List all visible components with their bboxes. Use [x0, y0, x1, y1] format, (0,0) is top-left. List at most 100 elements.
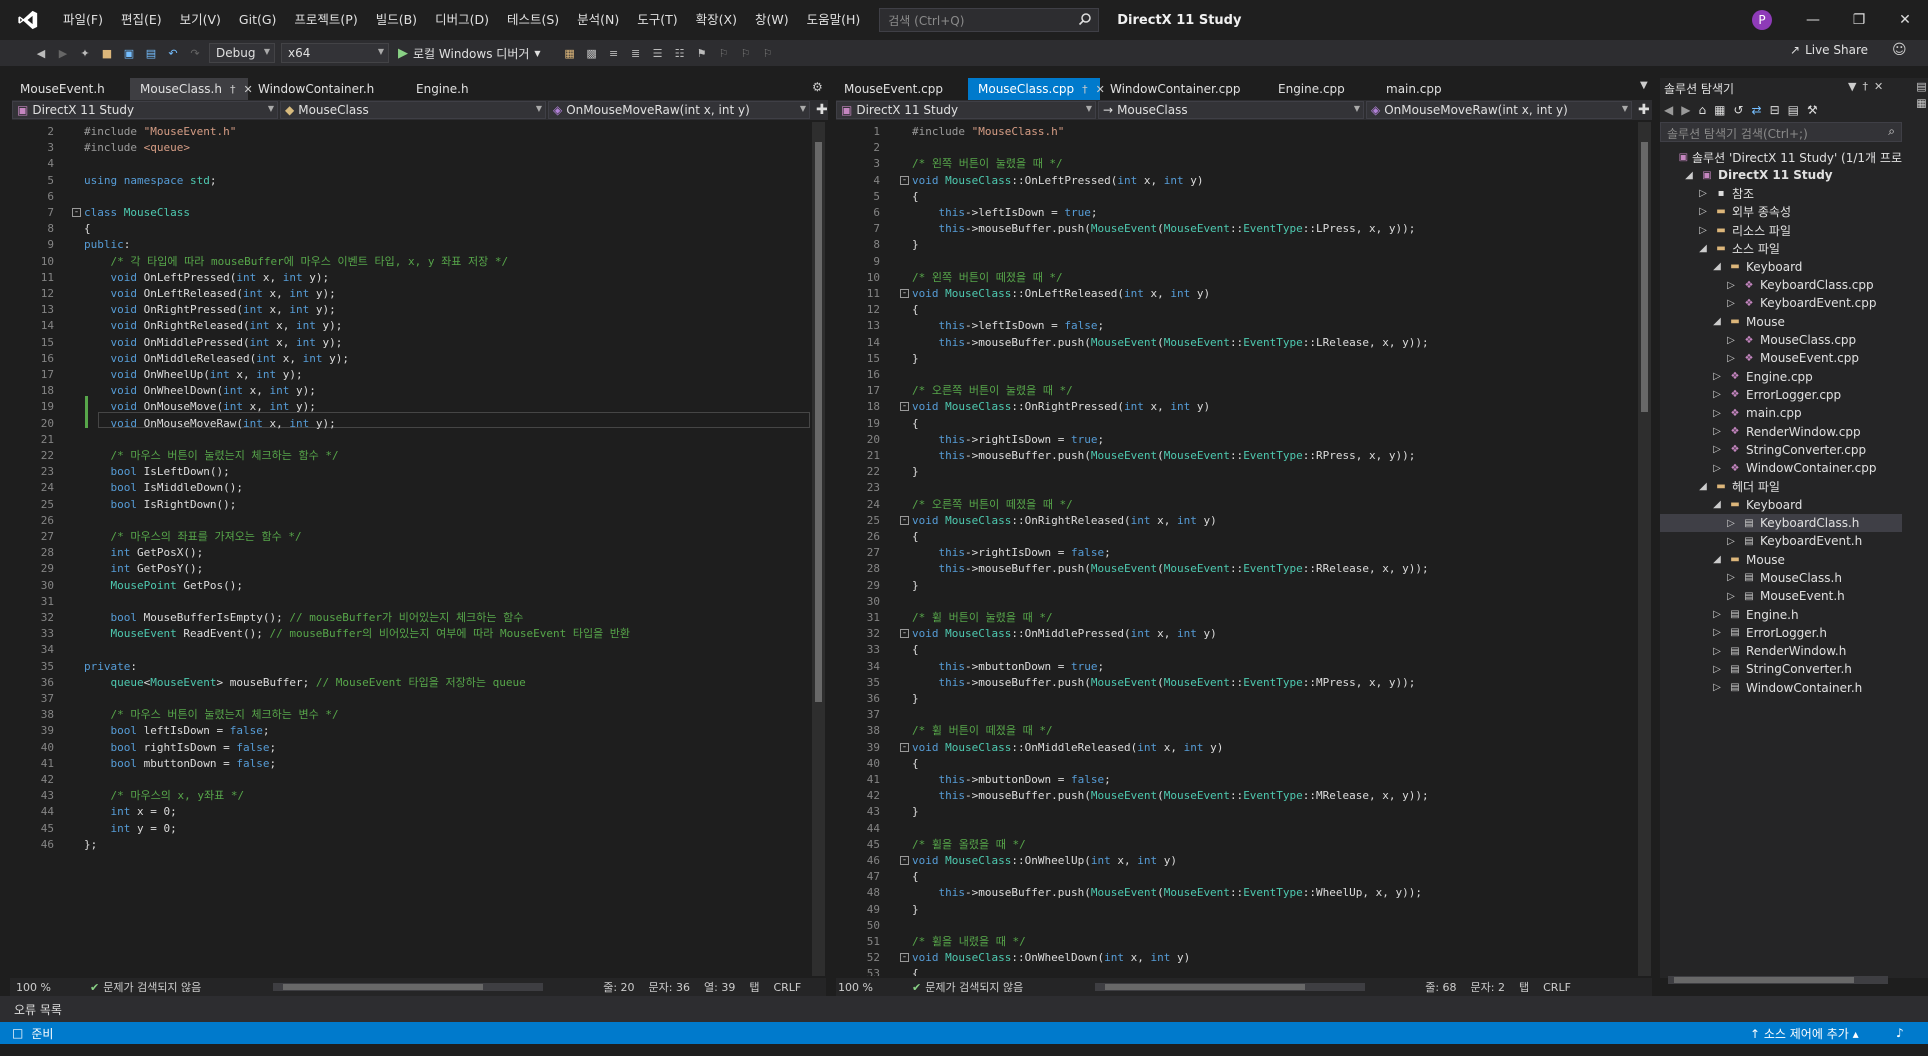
collapsed-arrow-icon[interactable]: ▷ [1710, 443, 1724, 457]
menu-item[interactable]: 도움말(H) [798, 0, 870, 40]
fold-toggle-icon[interactable]: - [900, 289, 909, 298]
collapse-all-icon[interactable]: ⊟ [1770, 103, 1780, 117]
collapsed-arrow-icon[interactable]: ▷ [1696, 223, 1710, 237]
fold-toggle-icon[interactable]: - [900, 402, 909, 412]
switch-views-icon[interactable]: ▦ [1714, 103, 1725, 117]
side-tool-tabs[interactable]: ▤ ▦ [1910, 80, 1928, 180]
fold-toggle-icon[interactable]: - [900, 515, 909, 525]
collapsed-arrow-icon[interactable]: ▷ [1710, 626, 1724, 640]
start-debugging-button[interactable]: ▶ 로컬 Windows 디버거 ▼ [398, 45, 541, 62]
tree-item[interactable]: ▷ ▤ MouseEvent.h [1660, 587, 1902, 605]
browse-icon[interactable]: ▦ [560, 43, 580, 63]
new-project-icon[interactable]: ✦ [75, 43, 95, 63]
search-box[interactable]: 검색 (Ctrl+Q) [879, 8, 1100, 32]
indent-icon[interactable]: ≡ [604, 43, 624, 63]
right-issues[interactable]: 문제가 검색되지 않음 [925, 979, 1095, 995]
tree-item[interactable]: ▷ ❖ WindowContainer.cpp [1660, 459, 1902, 477]
expanded-arrow-icon[interactable] [1668, 150, 1675, 164]
back-icon[interactable]: ◀ [1664, 103, 1673, 117]
tree-item[interactable]: ◢ ▬ 소스 파일 [1660, 240, 1902, 258]
tree-item[interactable]: ▷ ❖ KeyboardClass.cpp [1660, 276, 1902, 294]
next-bookmark-icon[interactable]: ⚐ [736, 43, 756, 63]
show-all-files-icon[interactable]: ▤ [1788, 103, 1799, 117]
outdent-icon[interactable]: ≣ [626, 43, 646, 63]
collapsed-arrow-icon[interactable]: ▷ [1696, 205, 1710, 219]
tree-item[interactable]: ▷ ▤ WindowContainer.h [1660, 679, 1902, 697]
tab-windowcontainer-h[interactable]: WindowContainer.h [248, 78, 406, 100]
sync-icon[interactable]: ⇄ [1752, 103, 1762, 117]
maximize-button[interactable]: ❐ [1836, 0, 1882, 40]
tree-item[interactable]: ◢ ▬ Keyboard [1660, 496, 1902, 514]
collapsed-arrow-icon[interactable]: ▷ [1724, 534, 1738, 548]
pending-changes-icon[interactable]: ↺ [1733, 103, 1743, 117]
forward-icon[interactable]: ▶ [53, 43, 73, 63]
collapsed-arrow-icon[interactable]: ▷ [1724, 333, 1738, 347]
tree-item[interactable]: ◢ ▣ DirectX 11 Study [1660, 166, 1902, 184]
tree-item[interactable]: ◢ ▬ Keyboard [1660, 258, 1902, 276]
left-project-dropdown[interactable]: ▣ DirectX 11 Study ▼ [12, 101, 278, 119]
avatar[interactable]: P [1752, 10, 1772, 30]
bookmark-icon[interactable]: ⚑ [692, 43, 712, 63]
expanded-arrow-icon[interactable]: ◢ [1696, 242, 1710, 256]
tree-item[interactable]: ▷ ❖ StringConverter.cpp [1660, 441, 1902, 459]
solution-search-input[interactable]: 솔루션 탐색기 검색(Ctrl+;) ⌕ [1660, 122, 1902, 142]
collapsed-arrow-icon[interactable]: ▷ [1724, 351, 1738, 365]
menu-item[interactable]: 프로젝트(P) [285, 0, 366, 40]
expanded-arrow-icon[interactable]: ◢ [1710, 498, 1724, 512]
left-tab-menu-icon[interactable]: ⚙ [812, 80, 823, 94]
screenshot-icon[interactable]: ▩ [582, 43, 602, 63]
collapsed-arrow-icon[interactable]: ▷ [1710, 388, 1724, 402]
collapsed-arrow-icon[interactable]: ▷ [1710, 662, 1724, 676]
left-member-dropdown[interactable]: ◈ OnMouseMoveRaw(int x, int y) ▼ [548, 101, 810, 119]
redo-icon[interactable]: ↷ [185, 43, 205, 63]
tab-main-cpp[interactable]: main.cpp [1376, 78, 1526, 100]
forward-icon[interactable]: ▶ [1681, 103, 1690, 117]
pin-icon[interactable]: † [1082, 83, 1088, 96]
menu-item[interactable]: 창(W) [746, 0, 798, 40]
left-issues[interactable]: 문제가 검색되지 않음 [103, 979, 273, 995]
properties-icon[interactable]: ⚒ [1807, 103, 1818, 117]
feedback-icon[interactable]: ☺ [1892, 42, 1907, 58]
tree-item[interactable]: ▷ ▤ MouseClass.h [1660, 569, 1902, 587]
fold-toggle-icon[interactable]: - [900, 175, 909, 185]
left-zoom[interactable]: 100 % [16, 981, 74, 994]
collapsed-arrow-icon[interactable]: ▷ [1724, 589, 1738, 603]
left-vertical-scrollbar[interactable] [812, 122, 825, 976]
comment-icon[interactable]: ☰ [648, 43, 668, 63]
open-folder-icon[interactable]: ■ [97, 43, 117, 63]
live-share-button[interactable]: ↗ Live Share [1790, 43, 1868, 57]
left-scope-dropdown[interactable]: ◆ MouseClass ▼ [280, 101, 546, 119]
expanded-arrow-icon[interactable]: ◢ [1710, 315, 1724, 329]
tree-item[interactable]: ▷ ▤ KeyboardClass.h [1660, 514, 1902, 532]
fold-toggle-icon[interactable]: - [900, 629, 909, 639]
tree-item[interactable]: ◢ ▬ Mouse [1660, 313, 1902, 331]
search-input[interactable]: 검색 (Ctrl+Q) [888, 12, 964, 29]
fold-toggle-icon[interactable]: - [900, 742, 909, 752]
config-dropdown[interactable]: Debug ▼ [209, 43, 275, 63]
tree-item[interactable]: ▷ ▬ 리소스 파일 [1660, 221, 1902, 239]
right-vertical-scrollbar[interactable] [1638, 122, 1651, 976]
collapsed-arrow-icon[interactable]: ▷ [1710, 608, 1724, 622]
menu-item[interactable]: 보기(V) [171, 0, 230, 40]
prev-bookmark-icon[interactable]: ⚐ [714, 43, 734, 63]
tree-item[interactable]: ▷ ▤ RenderWindow.h [1660, 642, 1902, 660]
platform-dropdown[interactable]: x64 ▼ [281, 43, 389, 63]
right-zoom[interactable]: 100 % [838, 981, 896, 994]
right-scroll-thumb[interactable] [1641, 142, 1648, 412]
pin-icon[interactable]: † [230, 83, 236, 96]
save-all-icon[interactable]: ▤ [141, 43, 161, 63]
back-icon[interactable]: ◀ [31, 43, 51, 63]
panel-window-controls[interactable]: ▼†✕ [1848, 80, 1889, 93]
tab-mouseevent-cpp[interactable]: MouseEvent.cpp [834, 78, 968, 100]
collapsed-arrow-icon[interactable]: ▷ [1710, 370, 1724, 384]
uncomment-icon[interactable]: ☷ [670, 43, 690, 63]
tree-item[interactable]: ▷ ▪ 참조 [1660, 185, 1902, 203]
clear-bookmarks-icon[interactable]: ⚐ [758, 43, 778, 63]
menu-item[interactable]: 편집(E) [112, 0, 171, 40]
menu-item[interactable]: 테스트(S) [498, 0, 568, 40]
collapsed-arrow-icon[interactable]: ▷ [1710, 461, 1724, 475]
tree-item[interactable]: ▷ ❖ ErrorLogger.cpp [1660, 386, 1902, 404]
tree-item[interactable]: ▷ ❖ MouseClass.cpp [1660, 331, 1902, 349]
right-horizontal-scrollbar[interactable] [1095, 983, 1366, 991]
collapsed-arrow-icon[interactable]: ▷ [1724, 278, 1738, 292]
